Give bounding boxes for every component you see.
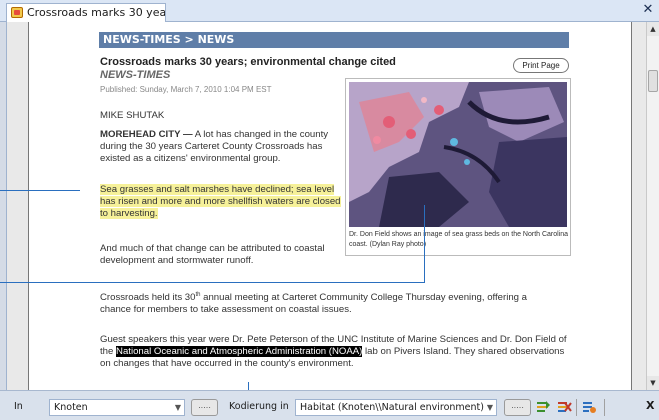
- dateline: MOREHEAD CITY —: [100, 129, 193, 140]
- coded-paragraph[interactable]: Sea grasses and salt marshes have declin…: [100, 184, 350, 220]
- close-tab-icon[interactable]: ✕: [641, 3, 655, 17]
- close-toolbar-icon[interactable]: X: [646, 399, 654, 412]
- in-combobox[interactable]: Knoten ▼: [49, 399, 185, 416]
- coding-label: Kodierung in: [229, 401, 289, 412]
- article-page: NEWS-TIMES > NEWS Crossroads marks 30 ye…: [28, 22, 632, 390]
- document-icon: [11, 7, 23, 18]
- photo-caption: Dr. Don Field shows an image of sea gras…: [349, 231, 569, 248]
- new-node-icon[interactable]: [582, 400, 597, 414]
- breadcrumb: NEWS-TIMES > NEWS: [99, 32, 569, 48]
- published-date: Published: Sunday, March 7, 2010 1:04 PM…: [100, 85, 272, 94]
- coding-stripe-line: [0, 282, 424, 283]
- article-source: NEWS-TIMES: [100, 69, 171, 81]
- coded-highlight: Sea grasses and salt marshes have declin…: [100, 184, 341, 219]
- document-tab[interactable]: Crossroads marks 30 years: [6, 3, 166, 22]
- article-headline: Crossroads marks 30 years; environmental…: [100, 56, 396, 68]
- paragraph-4[interactable]: Crossroads held its 30th annual meeting …: [100, 292, 560, 316]
- in-label: In: [14, 401, 23, 412]
- tab-bar: Crossroads marks 30 years ✕: [0, 0, 659, 22]
- tab-title: Crossroads marks 30 years: [27, 6, 166, 19]
- toolbar-separator: [576, 399, 577, 416]
- satellite-photo: [349, 82, 567, 227]
- uncode-selection-icon[interactable]: [557, 400, 572, 414]
- photo-box: Dr. Don Field shows an image of sea gras…: [345, 78, 571, 256]
- paragraph-5[interactable]: Guest speakers this year were Dr. Pete P…: [100, 334, 570, 370]
- vertical-scrollbar[interactable]: ▲ ▼: [646, 22, 659, 390]
- paragraph-3[interactable]: And much of that change can be attribute…: [100, 243, 345, 267]
- browse-node-button[interactable]: .....: [191, 399, 218, 416]
- chevron-down-icon: ▼: [486, 403, 493, 412]
- scroll-down-icon[interactable]: ▼: [647, 376, 659, 390]
- scroll-thumb[interactable]: [648, 70, 658, 92]
- chevron-down-icon: ▼: [174, 403, 181, 412]
- scroll-up-icon[interactable]: ▲: [647, 22, 659, 36]
- article-author: MIKE SHUTAK: [100, 110, 165, 121]
- browse-coding-button[interactable]: .....: [504, 399, 531, 416]
- paragraph-4-text-a: Crossroads held its 30: [100, 292, 196, 303]
- paragraph-1[interactable]: MOREHEAD CITY — A lot has changed in the…: [100, 129, 345, 165]
- toolbar-separator: [604, 399, 605, 416]
- coding-toolbar: In Knoten ▼ ..... Kodierung in Habitat (…: [0, 390, 659, 420]
- document-frame: NEWS-TIMES > NEWS Crossroads marks 30 ye…: [6, 22, 646, 390]
- coding-combobox-value: Habitat (Knoten\\Natural environment): [300, 402, 484, 413]
- coding-stripe-line: [0, 190, 80, 191]
- in-combobox-value: Knoten: [54, 402, 88, 413]
- print-page-button[interactable]: Print Page: [513, 58, 569, 73]
- coding-combobox[interactable]: Habitat (Knoten\\Natural environment) ▼: [295, 399, 497, 416]
- code-selection-icon[interactable]: [536, 400, 551, 414]
- satellite-image-graphic: [349, 82, 567, 227]
- coding-stripe-line: [424, 205, 425, 283]
- selected-text[interactable]: National Oceanic and Atmospheric Adminis…: [116, 346, 363, 357]
